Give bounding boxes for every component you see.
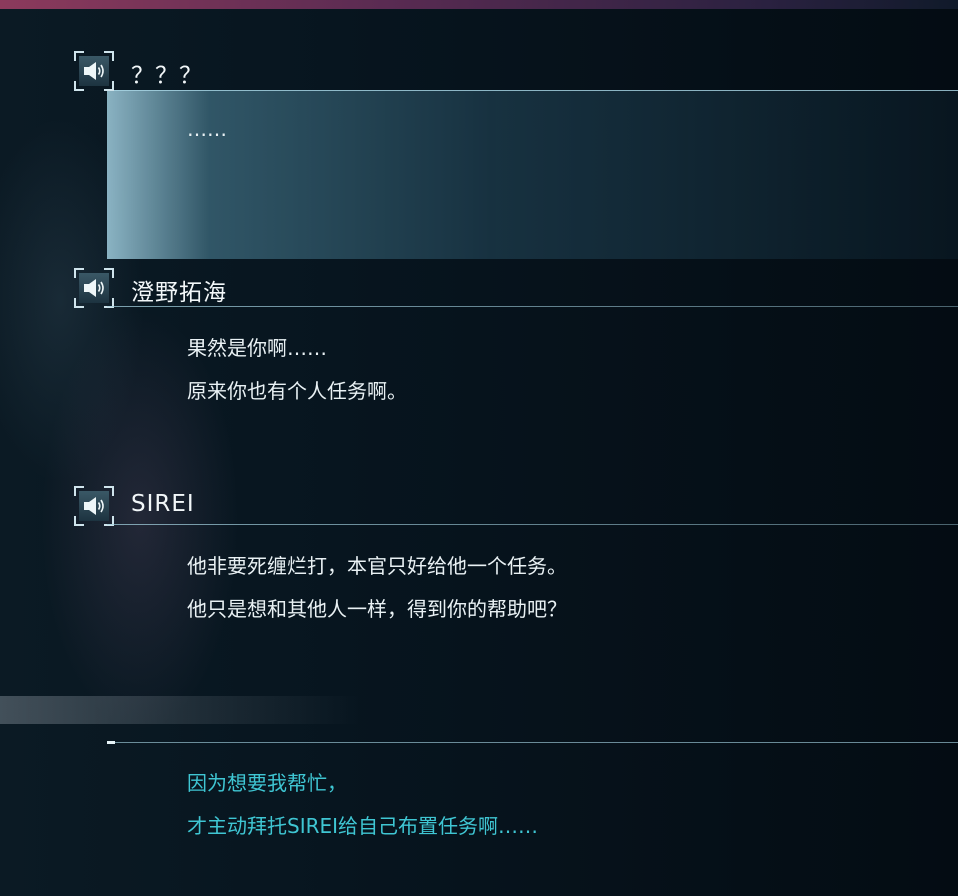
voice-replay-button[interactable] — [74, 268, 114, 308]
speaker-name: ？？？ — [131, 63, 203, 89]
player-choice-text[interactable]: 因为想要我帮忙， 才主动拜托SIREI给自己布置任务啊…… — [187, 762, 538, 848]
choice-line: 才主动拜托SIREI给自己布置任务啊…… — [187, 814, 539, 838]
log-entry-header: 澄野拓海 — [74, 268, 958, 308]
speaker-name: 澄野拓海 — [131, 280, 227, 306]
log-entry-header: ？？？ — [74, 51, 958, 91]
dialogue-text: …… — [187, 108, 227, 151]
choice-line: 因为想要我帮忙， — [187, 771, 347, 795]
voice-replay-button[interactable] — [74, 486, 114, 526]
dialogue-line: 他非要死缠烂打，本官只好给他一个任务。 — [187, 554, 567, 578]
entry-divider — [107, 306, 958, 307]
dialogue-line: 他只是想和其他人一样，得到你的帮助吧？ — [187, 597, 567, 621]
dialogue-line: 原来你也有个人任务啊。 — [187, 379, 407, 403]
voice-replay-button[interactable] — [74, 51, 114, 91]
dialogue-line: …… — [187, 117, 227, 141]
speaker-volume-icon — [84, 279, 104, 297]
log-entry-header: SIREI — [74, 486, 958, 526]
dialogue-line: 果然是你啊…… — [187, 336, 327, 360]
speaker-volume-icon — [84, 497, 104, 515]
background-light-streak — [0, 696, 360, 724]
choice-divider — [107, 741, 958, 744]
speaker-volume-icon — [84, 62, 104, 80]
dialogue-text[interactable]: 他非要死缠烂打，本官只好给他一个任务。 他只是想和其他人一样，得到你的帮助吧？ — [187, 545, 567, 631]
selected-entry-highlight[interactable] — [107, 90, 958, 259]
dialogue-text[interactable]: 果然是你啊…… 原来你也有个人任务啊。 — [187, 327, 407, 413]
speaker-name: SIREI — [131, 491, 195, 517]
top-accent-bar — [0, 0, 958, 9]
entry-divider — [107, 524, 958, 525]
